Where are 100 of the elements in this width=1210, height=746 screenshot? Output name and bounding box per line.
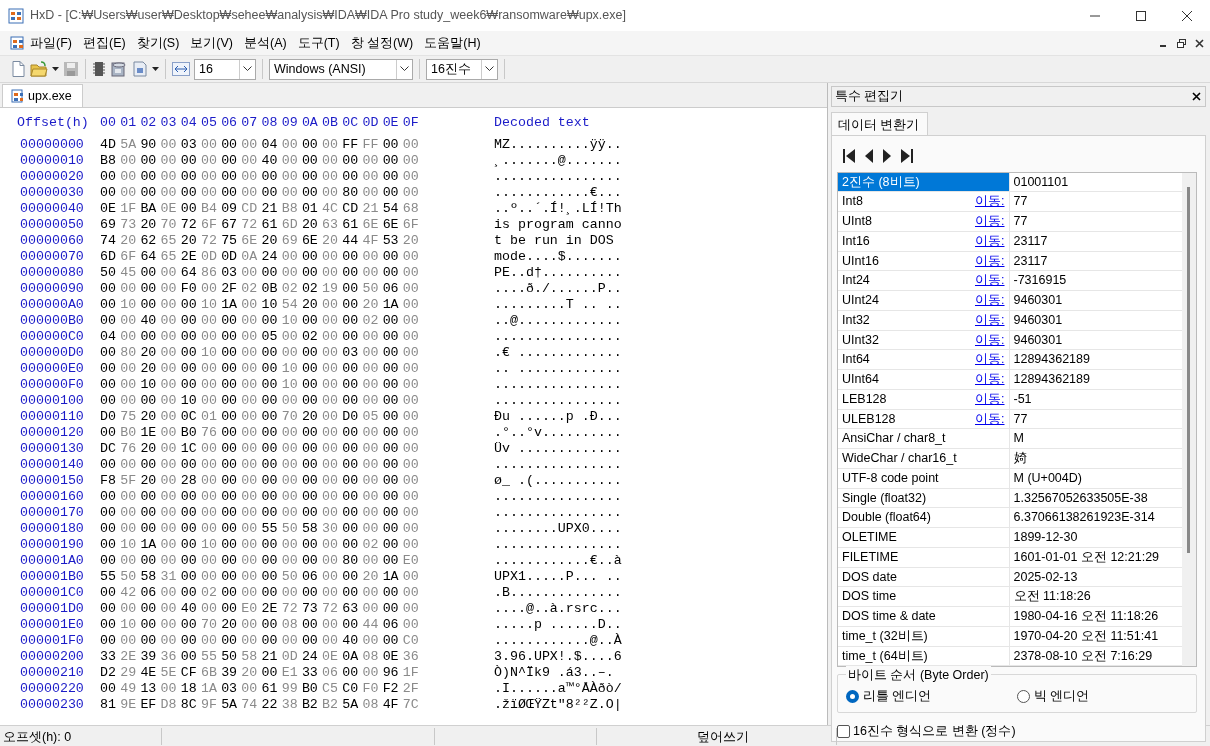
hex-byte[interactable]: 00 (100, 425, 121, 441)
hex-byte[interactable]: 6D (100, 249, 121, 265)
close-icon[interactable] (1193, 36, 1206, 50)
hex-byte[interactable]: 00 (402, 313, 423, 329)
hex-byte[interactable]: 5A (221, 697, 242, 713)
hex-byte[interactable]: 00 (402, 249, 423, 265)
hex-byte[interactable]: 00 (261, 537, 282, 553)
hex-byte[interactable]: 02 (241, 281, 262, 297)
hex-byte[interactable]: 00 (342, 665, 363, 681)
hex-byte[interactable]: 02 (301, 281, 323, 297)
hex-byte[interactable]: 00 (382, 457, 403, 473)
hex-byte[interactable]: 00 (342, 569, 363, 585)
hex-byte[interactable]: 67 (221, 217, 242, 233)
hex-byte[interactable]: 00 (241, 633, 262, 649)
hex-byte[interactable]: 6B (200, 665, 222, 681)
hex-byte[interactable]: 42 (120, 585, 141, 601)
hex-byte[interactable]: 58 (140, 569, 161, 585)
hex-byte[interactable]: 00 (382, 489, 403, 505)
hex-byte[interactable]: 00 (301, 169, 323, 185)
menu-item[interactable]: 파일(F) (25, 33, 77, 53)
hex-byte[interactable]: 73 (301, 601, 323, 617)
scrollbar[interactable] (1182, 172, 1196, 667)
hex-byte[interactable]: 00 (301, 153, 323, 169)
hex-byte[interactable]: 00 (382, 153, 403, 169)
hex-byte[interactable]: 10 (281, 361, 302, 377)
hex-byte[interactable]: 06 (382, 617, 403, 633)
hex-byte[interactable]: 00 (281, 441, 302, 457)
hex-byte[interactable]: 00 (140, 185, 161, 201)
hex-byte[interactable]: 20 (140, 409, 161, 425)
hex-byte[interactable]: 00 (200, 329, 222, 345)
hex-byte[interactable]: 00 (100, 617, 121, 633)
hex-byte[interactable]: 00 (382, 553, 403, 569)
hex-byte[interactable]: 00 (342, 169, 363, 185)
hex-byte[interactable]: 50 (281, 521, 302, 537)
hex-byte[interactable]: 00 (221, 537, 242, 553)
hex-byte[interactable]: B2 (301, 697, 323, 713)
hex-byte[interactable]: 00 (362, 377, 383, 393)
menu-item[interactable]: 도구(T) (292, 33, 345, 53)
hex-byte[interactable]: 00 (200, 521, 222, 537)
hex-byte[interactable]: 00 (281, 633, 302, 649)
hex-byte[interactable]: 76 (120, 441, 141, 457)
panel-tab[interactable]: 데이터 변환기 (831, 111, 929, 135)
hex-byte[interactable]: 20 (402, 233, 423, 249)
hex-byte[interactable]: 58 (301, 521, 323, 537)
hex-byte[interactable]: 08 (281, 617, 302, 633)
hex-byte[interactable]: 00 (180, 377, 201, 393)
hex-byte[interactable]: 00 (221, 393, 242, 409)
hex-byte[interactable]: 00 (160, 393, 181, 409)
hex-byte[interactable]: 00 (342, 361, 363, 377)
hex-byte[interactable]: 00 (402, 425, 423, 441)
hex-byte[interactable]: 00 (100, 537, 121, 553)
grid-row-label[interactable]: time_t (64비트) (838, 646, 1009, 666)
hex-byte[interactable]: 00 (342, 281, 363, 297)
goto-link[interactable]: 이동: (975, 350, 1005, 369)
hex-byte[interactable]: CD (342, 201, 363, 217)
hex-byte[interactable]: 00 (140, 553, 161, 569)
hex-byte[interactable]: 00 (100, 681, 121, 697)
goto-link[interactable]: 이동: (975, 389, 1005, 409)
hex-byte[interactable]: 00 (221, 585, 242, 601)
hex-byte[interactable]: 00 (160, 281, 181, 297)
hex-byte[interactable]: 72 (241, 217, 262, 233)
hex-byte[interactable]: 00 (200, 441, 222, 457)
hex-byte[interactable]: 00 (200, 185, 222, 201)
hex-byte[interactable]: 06 (301, 569, 323, 585)
hex-byte[interactable]: 00 (140, 393, 161, 409)
hex-byte[interactable]: 20 (140, 473, 161, 489)
grid-row-label[interactable]: Int24 이동: (838, 270, 1009, 291)
menu-item[interactable]: 편집(E) (77, 33, 131, 53)
hex-byte[interactable]: 68 (402, 201, 423, 217)
caret-icon[interactable] (52, 67, 59, 71)
hex-byte[interactable]: 00 (241, 425, 262, 441)
hex-byte[interactable]: 20 (362, 569, 383, 585)
hex-byte[interactable]: 0A (241, 249, 262, 265)
hex-byte[interactable]: 64 (140, 249, 161, 265)
grid-row-label[interactable]: DOS time & date (838, 606, 1009, 627)
hex-byte[interactable]: 00 (342, 377, 363, 393)
hex-byte[interactable]: 00 (241, 265, 262, 281)
hex-byte[interactable]: 00 (281, 169, 302, 185)
hex-byte[interactable]: 99 (281, 681, 302, 697)
hex-byte[interactable]: 03 (180, 137, 201, 153)
hex-byte[interactable]: 00 (301, 377, 323, 393)
hex-byte[interactable]: 00 (322, 313, 343, 329)
hex-byte[interactable]: 6E (382, 217, 403, 233)
hex-byte[interactable]: 00 (221, 441, 242, 457)
hex-byte[interactable]: 31 (160, 569, 181, 585)
hex-byte[interactable]: 00 (382, 265, 403, 281)
hex-byte[interactable]: 00 (160, 473, 181, 489)
hex-byte[interactable]: 00 (301, 585, 323, 601)
hex-byte[interactable]: 00 (362, 169, 383, 185)
hex-byte[interactable]: 00 (160, 169, 181, 185)
hex-byte[interactable]: 00 (200, 153, 222, 169)
document-tab[interactable]: upx.exe (2, 84, 83, 107)
hex-byte[interactable]: 00 (402, 345, 423, 361)
hex-byte[interactable]: 00 (180, 457, 201, 473)
hex-byte[interactable]: 10 (120, 537, 141, 553)
menu-item[interactable]: 분석(A) (239, 33, 292, 53)
hex-byte[interactable]: 00 (180, 185, 201, 201)
hex-byte[interactable]: 00 (322, 137, 343, 153)
hex-byte[interactable]: 06 (322, 665, 343, 681)
hex-byte[interactable]: F0 (180, 281, 201, 297)
